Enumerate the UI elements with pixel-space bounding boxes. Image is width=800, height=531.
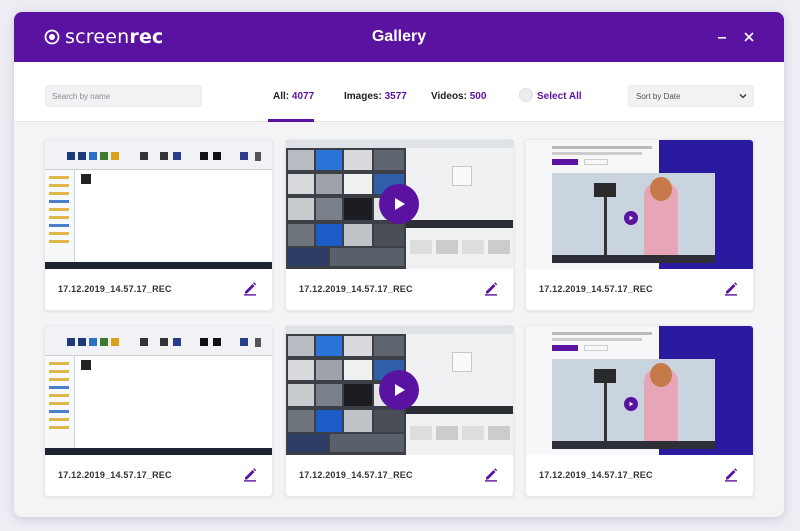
edit-pencil-icon[interactable] (242, 466, 258, 482)
thumb-taskbar (45, 448, 272, 455)
sort-value: Sort by Date (636, 91, 681, 101)
card-filename: 17.12.2019_14.57.17_REC (539, 284, 653, 294)
tab-label: All: (273, 91, 292, 102)
search-input[interactable]: Search by name (45, 85, 202, 107)
minimize-icon (718, 37, 726, 39)
title-bar: screenrec Gallery (14, 12, 784, 62)
thumbnail-webpage[interactable] (526, 140, 753, 269)
tab-label: Images: (344, 91, 385, 102)
select-all-radio[interactable] (519, 88, 533, 102)
card-filename: 17.12.2019_14.57.17_REC (299, 284, 413, 294)
thumbnail-images[interactable] (286, 140, 513, 269)
edit-pencil-icon[interactable] (723, 280, 739, 296)
card-filename: 17.12.2019_14.57.17_REC (58, 284, 172, 294)
thumb-content (75, 170, 272, 264)
edit-pencil-icon[interactable] (483, 280, 499, 296)
tab-count: 500 (469, 91, 487, 102)
minimize-button[interactable] (711, 26, 733, 48)
play-button[interactable] (379, 184, 419, 224)
gallery-card[interactable]: 17.12.2019_14.57.17_REC (44, 325, 273, 497)
tab-count: 3577 (384, 91, 407, 102)
tab-images[interactable]: Images: 3577 (344, 91, 407, 102)
edit-pencil-icon[interactable] (723, 466, 739, 482)
play-button[interactable] (624, 397, 638, 411)
close-button[interactable] (738, 26, 760, 48)
select-all-label[interactable]: Select All (537, 91, 582, 102)
play-icon (395, 384, 405, 396)
play-icon (629, 215, 634, 221)
card-filename: 17.12.2019_14.57.17_REC (539, 470, 653, 480)
play-icon (629, 401, 634, 407)
play-icon (395, 198, 405, 210)
thumb-sidebar (45, 356, 75, 450)
play-button[interactable] (624, 211, 638, 225)
gallery-card[interactable]: 17.12.2019_14.57.17_REC (285, 139, 514, 311)
play-button[interactable] (379, 370, 419, 410)
app-window: screenrec Gallery Search by name All: 40… (14, 12, 784, 517)
thumbnail-explorer[interactable] (45, 140, 272, 269)
thumb-ribbon (45, 326, 272, 356)
chevron-down-icon (739, 94, 747, 99)
gallery-grid: 17.12.2019_14.57.17_REC 17.12.2019_14.57… (14, 122, 784, 517)
tab-videos[interactable]: Videos: 500 (431, 91, 486, 102)
window-title: Gallery (371, 28, 427, 45)
gallery-card[interactable]: 17.12.2019_14.57.17_REC (285, 325, 514, 497)
thumb-content (75, 356, 272, 450)
gallery-card[interactable]: 17.12.2019_14.57.17_REC (525, 139, 754, 311)
thumb-sidebar (45, 170, 75, 264)
gallery-card[interactable]: 17.12.2019_14.57.17_REC (44, 139, 273, 311)
edit-pencil-icon[interactable] (242, 280, 258, 296)
edit-pencil-icon[interactable] (483, 466, 499, 482)
card-filename: 17.12.2019_14.57.17_REC (299, 470, 413, 480)
thumb-ribbon (45, 140, 272, 170)
thumb-taskbar (45, 262, 272, 269)
toolbar: Search by name All: 4077 Images: 3577 Vi… (14, 62, 784, 122)
thumbnail-webpage[interactable] (526, 326, 753, 455)
thumbnail-explorer[interactable] (45, 326, 272, 455)
thumbnail-images[interactable] (286, 326, 513, 455)
search-placeholder: Search by name (52, 91, 111, 101)
tab-count: 4077 (291, 91, 315, 102)
thumb-preview-pane (406, 334, 513, 455)
tab-all[interactable]: All: 4077 (273, 91, 314, 102)
thumb-topbar (286, 140, 513, 148)
tab-label: Videos: (431, 91, 470, 102)
thumb-preview-pane (406, 148, 513, 269)
thumb-topbar (286, 326, 513, 334)
gallery-card[interactable]: 17.12.2019_14.57.17_REC (525, 325, 754, 497)
card-filename: 17.12.2019_14.57.17_REC (58, 470, 172, 480)
sort-dropdown[interactable]: Sort by Date (628, 85, 754, 107)
close-icon (744, 32, 754, 42)
